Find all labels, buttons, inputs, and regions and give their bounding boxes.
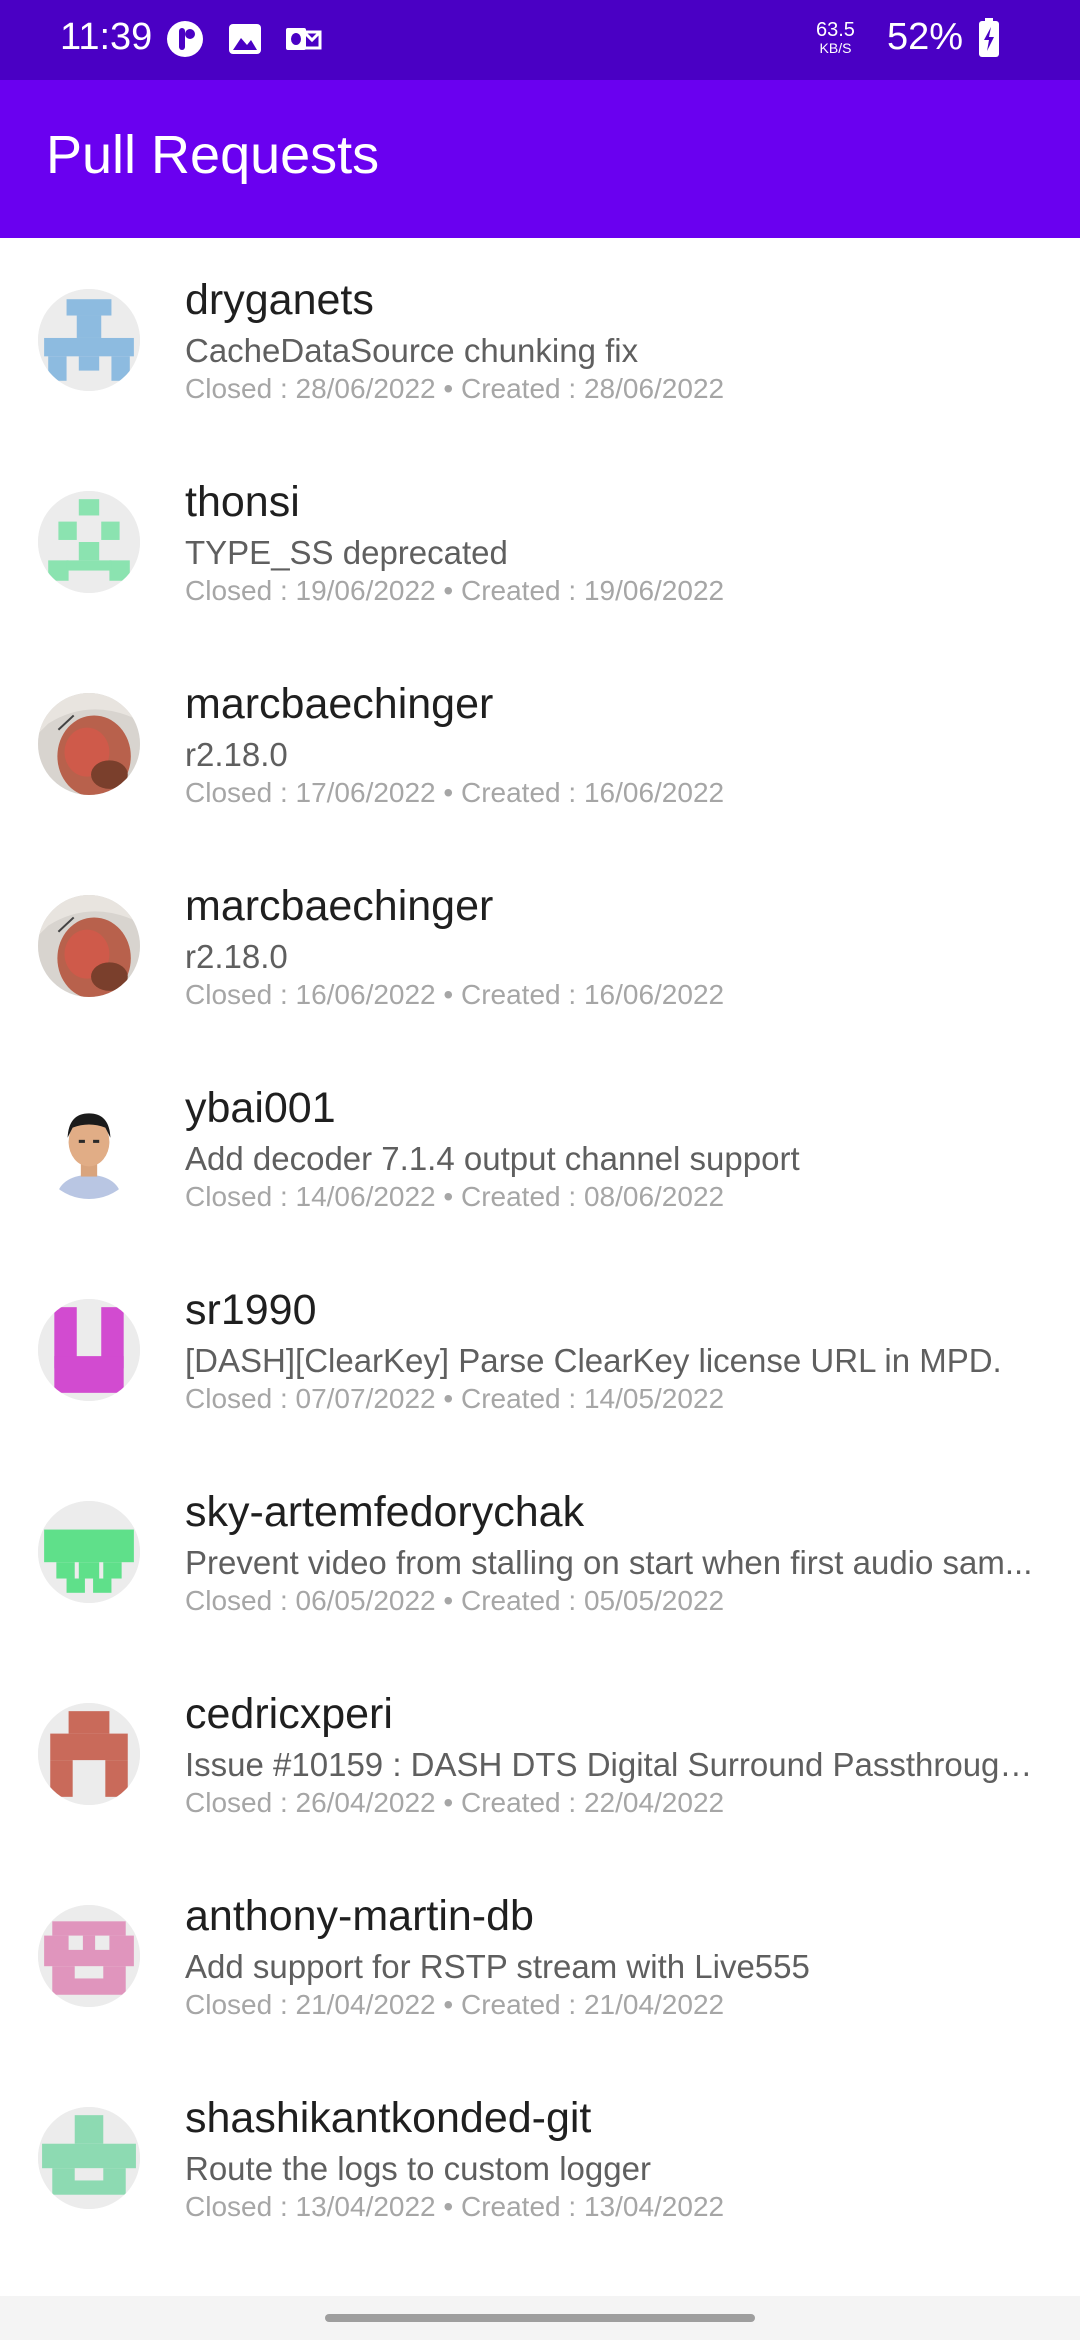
avatar-identicon [38,1905,140,2007]
pr-dates: Closed : 21/04/2022 • Created : 21/04/20… [185,1989,725,2020]
image-icon [226,20,264,58]
avatar-identicon [38,491,140,593]
network-speed: 63.5 KB/S [816,20,855,56]
avatar-identicon [38,289,140,391]
navigation-bar [0,2296,1080,2340]
battery-percentage: 52% [887,16,964,58]
avatar-identicon [38,2107,140,2209]
pull-request-item[interactable]: ybai001 Add decoder 7.1.4 output channel… [0,1046,1080,1248]
pr-author: sky-artemfedorychak [185,1488,585,1536]
pull-request-item[interactable]: marcbaechinger r2.18.0 Closed : 16/06/20… [0,844,1080,1046]
pr-dates: Closed : 19/06/2022 • Created : 19/06/20… [185,575,725,606]
net-speed-value: 63.5 [816,19,855,41]
pull-request-item[interactable]: shashikantkonded-git Route the logs to c… [0,2056,1080,2258]
avatar-identicon [38,1703,140,1805]
pr-title: Route the logs to custom logger [185,2150,651,2187]
app-notification-icon [166,20,204,58]
net-speed-unit: KB/S [819,40,852,56]
avatar-identicon [38,1501,140,1603]
pull-request-item[interactable]: anthony-martin-db Add support for RSTP s… [0,1854,1080,2056]
pr-dates: Closed : 06/05/2022 • Created : 05/05/20… [185,1585,725,1616]
pr-dates: Closed : 16/06/2022 • Created : 16/06/20… [185,979,725,1010]
pr-title: r2.18.0 [185,938,288,975]
pr-dates: Closed : 28/06/2022 • Created : 28/06/20… [185,373,725,404]
avatar-photo [38,1097,140,1199]
page-title: Pull Requests [46,125,380,185]
pr-dates: Closed : 07/07/2022 • Created : 14/05/20… [185,1383,725,1414]
pr-author: cedricxperi [185,1690,393,1738]
pr-author: thonsi [185,478,300,526]
pr-title: Issue #10159 : DASH DTS Digital Surround… [185,1746,1035,1783]
pr-dates: Closed : 14/06/2022 • Created : 08/06/20… [185,1181,725,1212]
pr-title: [DASH][ClearKey] Parse ClearKey license … [185,1342,1002,1379]
pr-author: anthony-martin-db [185,1892,534,1940]
pr-author: dryganets [185,276,374,324]
pull-request-item[interactable]: cedricxperi Issue #10159 : DASH DTS Digi… [0,1652,1080,1854]
battery-charging-icon [978,18,1000,58]
pr-title: Add support for RSTP stream with Live555 [185,1948,810,1985]
pr-author: ybai001 [185,1084,336,1132]
status-bar: 11:39 63.5 KB/S 52% [0,0,1080,80]
pr-title: Add decoder 7.1.4 output channel support [185,1140,800,1177]
home-gesture-handle[interactable] [325,2314,755,2322]
avatar-photo [38,693,140,795]
pr-title: TYPE_SS deprecated [185,534,508,571]
pr-dates: Closed : 26/04/2022 • Created : 22/04/20… [185,1787,725,1818]
pr-title: r2.18.0 [185,736,288,773]
pr-dates: Closed : 13/04/2022 • Created : 13/04/20… [185,2191,725,2222]
pull-request-item[interactable]: thonsi TYPE_SS deprecated Closed : 19/06… [0,440,1080,642]
outlook-icon [284,20,322,58]
pr-author: marcbaechinger [185,680,494,728]
pull-request-item[interactable]: dryganets CacheDataSource chunking fix C… [0,238,1080,440]
pull-request-item[interactable]: sr1990 [DASH][ClearKey] Parse ClearKey l… [0,1248,1080,1450]
pr-dates: Closed : 17/06/2022 • Created : 16/06/20… [185,777,725,808]
pr-title: Prevent video from stalling on start whe… [185,1544,1033,1581]
pr-author: marcbaechinger [185,882,494,930]
pr-title: CacheDataSource chunking fix [185,332,639,369]
status-time: 11:39 [60,16,153,58]
avatar-photo [38,895,140,997]
pr-author: sr1990 [185,1286,317,1334]
pr-author: shashikantkonded-git [185,2094,592,2142]
pull-request-item[interactable]: marcbaechinger r2.18.0 Closed : 17/06/20… [0,642,1080,844]
app-bar: Pull Requests [0,80,1080,238]
avatar-identicon [38,1299,140,1401]
pull-request-item[interactable]: sky-artemfedorychak Prevent video from s… [0,1450,1080,1652]
